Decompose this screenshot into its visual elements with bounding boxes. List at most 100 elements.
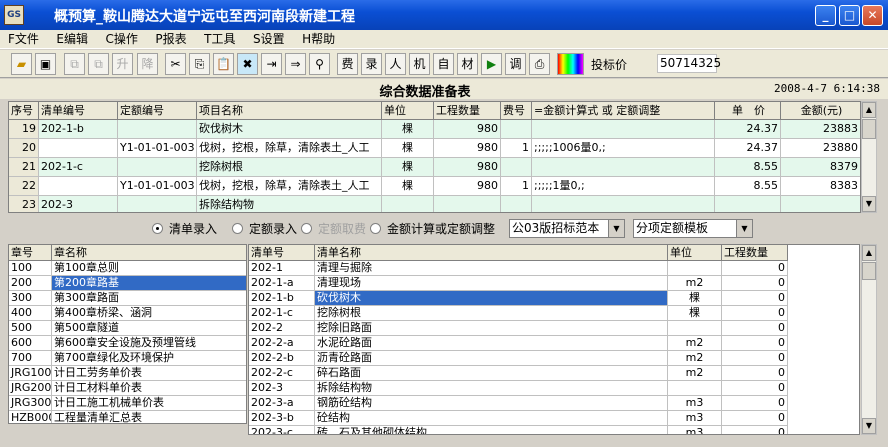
bill-unit[interactable]: 棵 xyxy=(668,306,722,321)
col-header-item-name[interactable]: 项目名称 xyxy=(197,102,382,120)
radio-quota-entry[interactable]: 定额录入 xyxy=(232,222,297,236)
bill-code[interactable]: 202-2-b xyxy=(249,351,315,366)
bill-qty[interactable]: 0 xyxy=(722,336,788,351)
append-row-icon[interactable]: ⇒ xyxy=(285,53,306,75)
col-header-no[interactable]: 序号 xyxy=(9,102,39,120)
scroll-down-icon[interactable]: ▼ xyxy=(862,196,876,212)
bill-qty[interactable]: 0 xyxy=(722,396,788,411)
chapter-code[interactable]: 200 xyxy=(9,276,52,291)
bill-name[interactable]: 砍伐树木 xyxy=(315,291,668,306)
open-icon[interactable]: ▰ xyxy=(11,53,32,75)
col-header-fee-no[interactable]: 费号 xyxy=(501,102,532,120)
bill-unit[interactable]: m2 xyxy=(668,351,722,366)
quota-template-select[interactable]: 分项定额模板 ▼ xyxy=(633,219,753,238)
bill-list-grid[interactable]: 清单号 清单名称 单位 工程数量 202-1 清理与掘除 0 202-1-a 清理现场 m… xyxy=(248,244,860,435)
close-button[interactable]: ✕ xyxy=(862,5,883,26)
main-cell-quota[interactable]: Y1-01-01-003 xyxy=(118,139,197,158)
up-button[interactable]: 升 xyxy=(112,53,133,75)
main-cell-amount[interactable] xyxy=(781,196,860,212)
copy-disabled-icon[interactable]: ⧉ xyxy=(64,53,85,75)
bill-code[interactable]: 202-2-c xyxy=(249,366,315,381)
chapter-code[interactable]: JRG100 xyxy=(9,366,52,381)
main-cell-fee[interactable] xyxy=(501,158,532,177)
main-cell-calc[interactable] xyxy=(532,196,715,212)
paste-disabled-icon[interactable]: ⧉ xyxy=(88,53,109,75)
chapter-name[interactable]: 计日工施工机械单价表 xyxy=(52,396,246,411)
chevron-down-icon[interactable]: ▼ xyxy=(736,220,752,237)
col-header-bill-no[interactable]: 清单号 xyxy=(249,245,315,261)
insert-row-icon[interactable]: ⇥ xyxy=(261,53,282,75)
chapter-code[interactable]: JRG300 xyxy=(9,396,52,411)
print-icon[interactable]: ⎙ xyxy=(529,53,550,75)
scroll-up-icon[interactable]: ▲ xyxy=(862,245,876,261)
bill-name[interactable]: 拆除结构物 xyxy=(315,381,668,396)
scroll-thumb[interactable] xyxy=(862,262,876,280)
chapter-code[interactable]: HZB000 xyxy=(9,411,52,423)
main-cell-price[interactable]: 8.55 xyxy=(715,177,781,196)
bill-code[interactable]: 202-3-b xyxy=(249,411,315,426)
bill-code[interactable]: 202-2-a xyxy=(249,336,315,351)
menu-file[interactable]: F文件 xyxy=(0,30,45,48)
bill-qty[interactable]: 0 xyxy=(722,276,788,291)
self-button[interactable]: 自 xyxy=(433,53,454,75)
bill-qty[interactable]: 0 xyxy=(722,411,788,426)
scroll-down-icon[interactable]: ▼ xyxy=(862,418,876,434)
delete-icon[interactable]: ✖ xyxy=(237,53,258,75)
main-cell-fee[interactable]: 1 xyxy=(501,177,532,196)
main-cell-unit[interactable]: 棵 xyxy=(382,158,434,177)
save-icon[interactable]: ▣ xyxy=(35,53,56,75)
color-palette-icon[interactable] xyxy=(557,53,584,75)
bill-name[interactable]: 清理现场 xyxy=(315,276,668,291)
bill-code[interactable]: 202-1-a xyxy=(249,276,315,291)
main-cell-amount[interactable]: 8379 xyxy=(781,158,860,177)
main-data-grid[interactable]: 序号 清单编号 定额编号 项目名称 单位 工程数量 费号 =金额计算式 或 定额… xyxy=(8,101,861,213)
main-cell-quota[interactable] xyxy=(118,158,197,177)
main-cell-price[interactable]: 8.55 xyxy=(715,158,781,177)
bill-unit[interactable]: m2 xyxy=(668,366,722,381)
menu-tools[interactable]: T工具 xyxy=(196,30,241,48)
bill-code[interactable]: 202-1-c xyxy=(249,306,315,321)
menu-settings[interactable]: S设置 xyxy=(245,30,291,48)
bill-name[interactable]: 砼结构 xyxy=(315,411,668,426)
main-cell-unit[interactable]: 棵 xyxy=(382,120,434,139)
bill-qty[interactable]: 0 xyxy=(722,321,788,336)
main-cell-bill[interactable]: 202-3 xyxy=(39,196,118,212)
chapter-grid[interactable]: 章号 章名称 100 第100章总则 200 第200章路基 300 第300章路面 400… xyxy=(8,244,247,424)
chapter-code[interactable]: 700 xyxy=(9,351,52,366)
chapter-name[interactable]: 第300章路面 xyxy=(52,291,246,306)
bill-name[interactable]: 挖除旧路面 xyxy=(315,321,668,336)
radio-quota-fee[interactable]: 定额取费 xyxy=(301,222,366,236)
chapter-code[interactable]: 100 xyxy=(9,261,52,276)
bill-name[interactable]: 清理与掘除 xyxy=(315,261,668,276)
main-cell-name[interactable]: 伐树，挖根，除草，清除表土_人工 xyxy=(197,139,382,158)
main-cell-name[interactable]: 砍伐树木 xyxy=(197,120,382,139)
bill-code[interactable]: 202-1 xyxy=(249,261,315,276)
copy-icon[interactable]: ⎘ xyxy=(189,53,210,75)
bill-name[interactable]: 钢筋砼结构 xyxy=(315,396,668,411)
col-header-unit[interactable]: 单位 xyxy=(382,102,434,120)
main-cell-calc[interactable] xyxy=(532,158,715,177)
template-select[interactable]: 公03版招标范本 ▼ xyxy=(509,219,625,238)
bill-unit[interactable] xyxy=(668,381,722,396)
record-button[interactable]: 录 xyxy=(361,53,382,75)
chapter-name[interactable]: 计日工材料单价表 xyxy=(52,381,246,396)
bill-code[interactable]: 202-1-b xyxy=(249,291,315,306)
radio-bill-entry[interactable]: 清单录入 xyxy=(152,222,217,236)
chapter-name[interactable]: 第700章绿化及环境保护 xyxy=(52,351,246,366)
bill-unit[interactable]: m2 xyxy=(668,336,722,351)
adjust-button[interactable]: 调 xyxy=(505,53,526,75)
main-cell-unit[interactable]: 棵 xyxy=(382,177,434,196)
chapter-name[interactable]: 计日工劳务单价表 xyxy=(52,366,246,381)
main-cell-amount[interactable]: 23880 xyxy=(781,139,860,158)
col-header-bill-name[interactable]: 清单名称 xyxy=(315,245,668,261)
main-cell-qty[interactable]: 980 xyxy=(434,177,501,196)
main-cell-name[interactable]: 挖除树根 xyxy=(197,158,382,177)
bill-unit[interactable]: m3 xyxy=(668,411,722,426)
bill-qty[interactable]: 0 xyxy=(722,381,788,396)
bill-code[interactable]: 202-3 xyxy=(249,381,315,396)
main-cell-price[interactable]: 24.37 xyxy=(715,139,781,158)
bill-qty[interactable]: 0 xyxy=(722,291,788,306)
main-cell-name[interactable]: 伐树，挖根，除草，清除表土_人工 xyxy=(197,177,382,196)
main-cell-fee[interactable] xyxy=(501,120,532,139)
bill-unit[interactable] xyxy=(668,321,722,336)
